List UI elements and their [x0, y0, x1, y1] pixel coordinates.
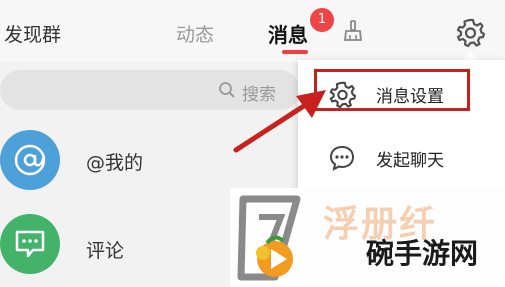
active-tab-indicator	[282, 50, 308, 54]
watermark-text: 碗手游网	[366, 237, 479, 270]
comment-icon	[15, 230, 45, 258]
comments-avatar	[0, 214, 60, 274]
watermark-logo	[237, 195, 301, 281]
list-item-label: @我的	[86, 152, 144, 174]
tab-discover-group[interactable]: 发现群	[4, 20, 61, 47]
tab-messages[interactable]: 消息	[268, 19, 308, 48]
at-icon	[14, 144, 46, 176]
menu-item-label: 发起聊天	[376, 151, 444, 171]
settings-gear-icon[interactable]	[455, 17, 485, 47]
broom-icon[interactable]	[343, 20, 363, 42]
app-screen: 发现群 动态 消息 1 搜索 @我的 评论 消息设置 发起聊天 浮册纤 碗手游网	[0, 0, 505, 287]
mentions-avatar	[0, 130, 60, 190]
unread-badge: 1	[310, 8, 334, 32]
list-item-label: 评论	[86, 240, 125, 262]
tab-feed[interactable]: 动态	[176, 20, 214, 47]
top-bar: 发现群 动态 消息 1	[0, 0, 505, 62]
annotation-arrow	[233, 90, 326, 153]
